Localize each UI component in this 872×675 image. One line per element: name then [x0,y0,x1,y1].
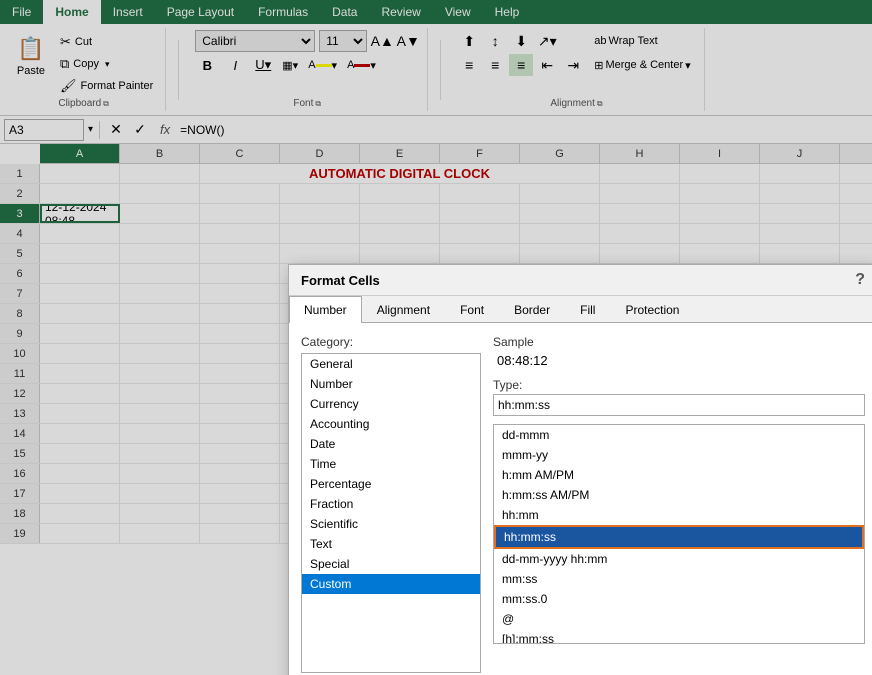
type-h-mm-ss[interactable]: [h]:mm:ss [494,629,864,644]
dialog-tab-alignment[interactable]: Alignment [362,296,445,323]
dialog-tab-border[interactable]: Border [499,296,565,323]
type-h-mmss-ampm[interactable]: h:mm:ss AM/PM [494,485,864,505]
sample-value: 08:48:12 [493,351,865,370]
category-number[interactable]: Number [302,374,480,394]
category-currency[interactable]: Currency [302,394,480,414]
type-dd-mmm[interactable]: dd-mmm [494,425,864,445]
category-special[interactable]: Special [302,554,480,574]
category-percentage[interactable]: Percentage [302,474,480,494]
category-time[interactable]: Time [302,454,480,474]
category-custom[interactable]: Custom [302,574,480,594]
dialog-tab-font[interactable]: Font [445,296,499,323]
category-accounting[interactable]: Accounting [302,414,480,434]
category-scientific[interactable]: Scientific [302,514,480,534]
type-input[interactable] [493,394,865,416]
dialog-body: Category: General Number Currency Accoun… [289,323,872,675]
format-cells-dialog: Format Cells ? Number Alignment Font Bor… [288,264,872,675]
dialog-tab-bar: Number Alignment Font Border Fill Protec… [289,296,872,323]
category-date[interactable]: Date [302,434,480,454]
type-mm-ss-0[interactable]: mm:ss.0 [494,589,864,609]
category-general[interactable]: General [302,354,480,374]
right-panel: Sample 08:48:12 Type: dd-mmm mmm-yy h:mm… [493,335,865,675]
type-mmm-yy[interactable]: mmm-yy [494,445,864,465]
modal-overlay: Format Cells ? Number Alignment Font Bor… [0,0,872,675]
dialog-tab-fill[interactable]: Fill [565,296,610,323]
category-section: Category: General Number Currency Accoun… [301,335,481,675]
type-section: Type: [493,378,865,416]
type-at[interactable]: @ [494,609,864,629]
type-h-mm-ampm[interactable]: h:mm AM/PM [494,465,864,485]
dialog-tab-number[interactable]: Number [289,296,362,323]
dialog-tab-protection[interactable]: Protection [610,296,694,323]
category-text[interactable]: Text [302,534,480,554]
dialog-title: Format Cells [301,273,380,288]
type-mm-ss[interactable]: mm:ss [494,569,864,589]
type-hh-mm-ss[interactable]: hh:mm:ss [494,525,864,549]
sample-label: Sample [493,335,865,349]
category-fraction[interactable]: Fraction [302,494,480,514]
category-list[interactable]: General Number Currency Accounting Date … [301,353,481,673]
sample-section: Sample 08:48:12 [493,335,865,370]
type-label: Type: [493,378,865,392]
type-hh-mm[interactable]: hh:mm [494,505,864,525]
dialog-title-bar: Format Cells ? [289,265,872,296]
dialog-close-button[interactable]: ? [855,271,865,289]
type-dd-mm-yyyy-hh-mm[interactable]: dd-mm-yyyy hh:mm [494,549,864,569]
category-label: Category: [301,335,481,349]
type-list[interactable]: dd-mmm mmm-yy h:mm AM/PM h:mm:ss AM/PM h… [493,424,865,644]
